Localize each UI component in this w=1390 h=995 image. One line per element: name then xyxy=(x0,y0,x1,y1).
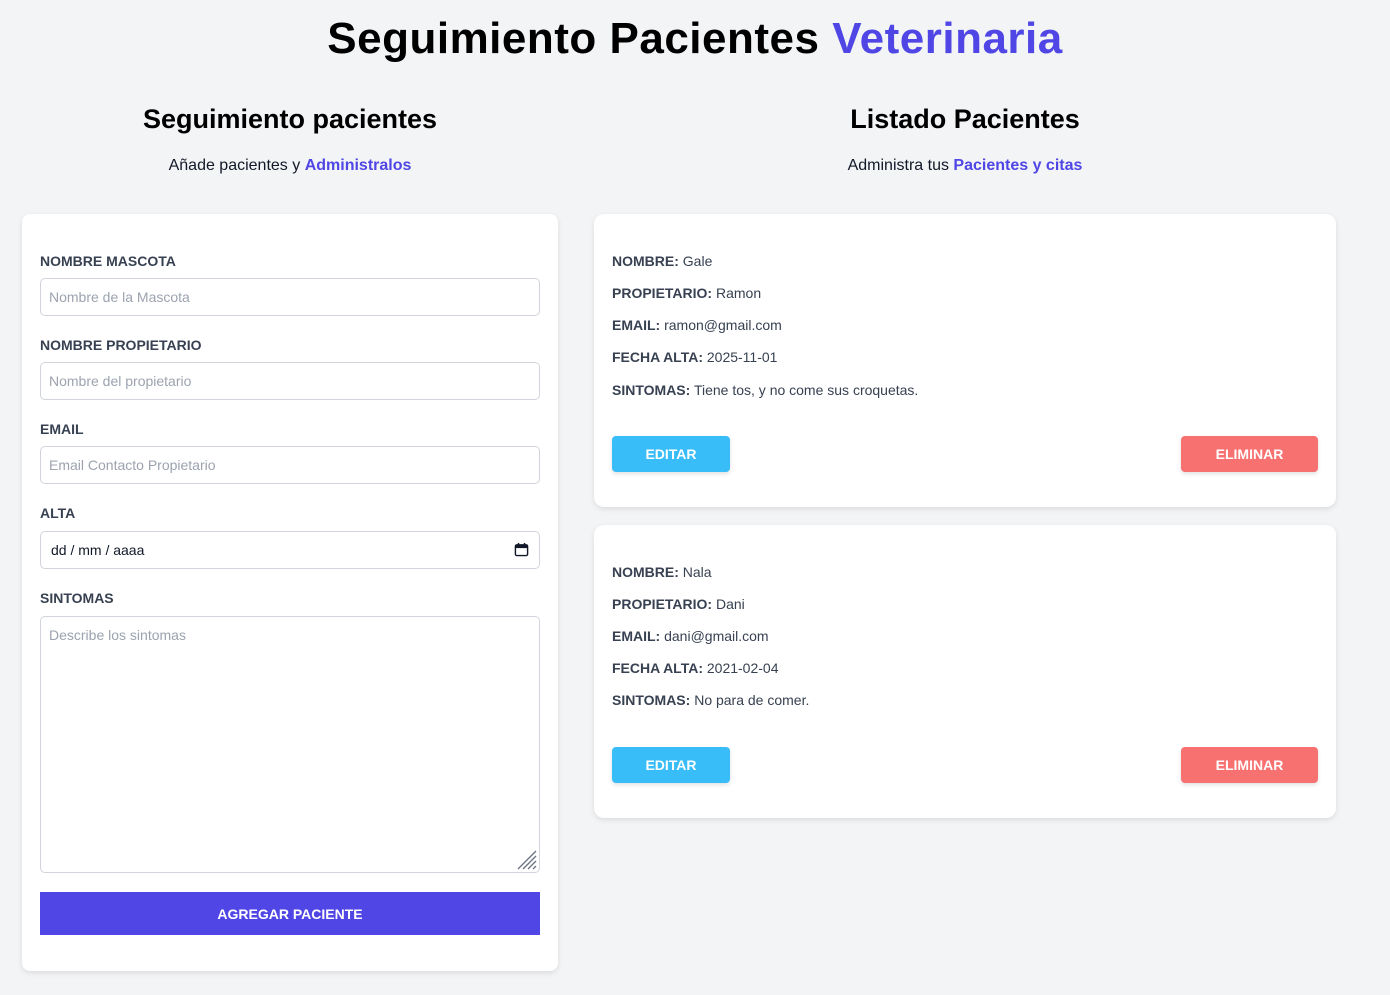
patient-owner-key: Propietario: xyxy=(612,596,713,612)
patient-date-value: 2021-02-04 xyxy=(706,660,779,676)
edit-button[interactable]: Editar xyxy=(612,747,730,783)
patient-symptoms: Sintomas: No para de comer. xyxy=(612,692,809,708)
patient-owner: Propietario: Ramon xyxy=(612,285,761,301)
patient-email: Email: ramon@gmail.com xyxy=(612,317,782,333)
patient-email-key: Email: xyxy=(612,628,661,644)
patient-email: Email: dani@gmail.com xyxy=(612,628,769,644)
list-section-title: Listado Pacientes xyxy=(850,104,1080,134)
patient-date: Fecha Alta: 2021-02-04 xyxy=(612,660,779,676)
page-title-main: Seguimiento Pacientes xyxy=(327,14,820,63)
form-section-subtitle: Añade pacientes y Administralos xyxy=(22,157,558,175)
form-subtitle-text: Añade pacientes y xyxy=(168,157,301,174)
delete-button[interactable]: Eliminar xyxy=(1181,747,1318,783)
patient-owner-value: Ramon xyxy=(715,285,762,301)
patient-email-value: ramon@gmail.com xyxy=(664,317,782,333)
symptoms-textarea[interactable] xyxy=(40,616,540,873)
patient-card: Nombre: Nala Propietario: Dani Email: da… xyxy=(594,525,1336,818)
patient-date-key: Fecha Alta: xyxy=(612,349,703,365)
patient-date-key: Fecha Alta: xyxy=(612,660,703,676)
patient-symptoms-value: Tiene tos, y no come sus croquetas. xyxy=(693,382,919,398)
list-section-subtitle: Administra tus Pacientes y citas xyxy=(594,157,1336,175)
patient-name: Nombre: Nala xyxy=(612,564,712,580)
page-title: Seguimiento Pacientes Veterinaria xyxy=(0,14,1390,64)
patient-symptoms: Sintomas: Tiene tos, y no come sus croqu… xyxy=(612,382,918,398)
date-input[interactable]: dd / mm / aaaa xyxy=(40,531,540,569)
patient-owner-key: Propietario: xyxy=(612,285,713,301)
email-label: Email xyxy=(40,421,84,437)
patient-owner: Propietario: Dani xyxy=(612,596,745,612)
owner-name-input[interactable] xyxy=(40,362,540,400)
patient-owner-value: Dani xyxy=(715,596,745,612)
add-patient-button[interactable]: Agregar Paciente xyxy=(40,892,540,935)
patient-symptoms-key: Sintomas: xyxy=(612,382,691,398)
patient-name: Nombre: Gale xyxy=(612,253,712,269)
patient-date-value: 2025-11-01 xyxy=(706,349,778,365)
patient-email-key: Email: xyxy=(612,317,661,333)
resize-handle-icon[interactable] xyxy=(515,848,537,870)
list-subtitle-text: Administra tus xyxy=(847,157,949,174)
calendar-icon[interactable] xyxy=(514,542,529,557)
patient-name-value: Gale xyxy=(682,253,713,269)
list-subtitle-accent: Pacientes y citas xyxy=(953,157,1083,174)
date-placeholder: dd / mm / aaaa xyxy=(51,542,145,558)
patient-name-key: Nombre: xyxy=(612,253,679,269)
pet-name-label: Nombre Mascota xyxy=(40,253,176,269)
patient-symptoms-key: Sintomas: xyxy=(612,692,691,708)
email-input[interactable] xyxy=(40,446,540,484)
delete-button[interactable]: Eliminar xyxy=(1181,436,1318,472)
patient-name-key: Nombre: xyxy=(612,564,679,580)
patient-email-value: dani@gmail.com xyxy=(664,628,769,644)
pet-name-input[interactable] xyxy=(40,278,540,316)
edit-button[interactable]: Editar xyxy=(612,436,730,472)
patient-form: Nombre Mascota Nombre Propietario Email … xyxy=(22,214,558,971)
form-subtitle-accent: Administralos xyxy=(304,157,412,174)
page-title-accent: Veterinaria xyxy=(832,14,1063,63)
owner-name-label: Nombre Propietario xyxy=(40,337,202,353)
patient-date: Fecha Alta: 2025-11-01 xyxy=(612,349,777,365)
patient-name-value: Nala xyxy=(682,564,712,580)
date-label: Alta xyxy=(40,505,76,521)
patient-symptoms-value: No para de comer. xyxy=(694,692,810,708)
form-section-title: Seguimiento pacientes xyxy=(142,104,438,134)
symptoms-label: Sintomas xyxy=(40,590,114,606)
patient-card: Nombre: Gale Propietario: Ramon Email: r… xyxy=(594,214,1336,507)
